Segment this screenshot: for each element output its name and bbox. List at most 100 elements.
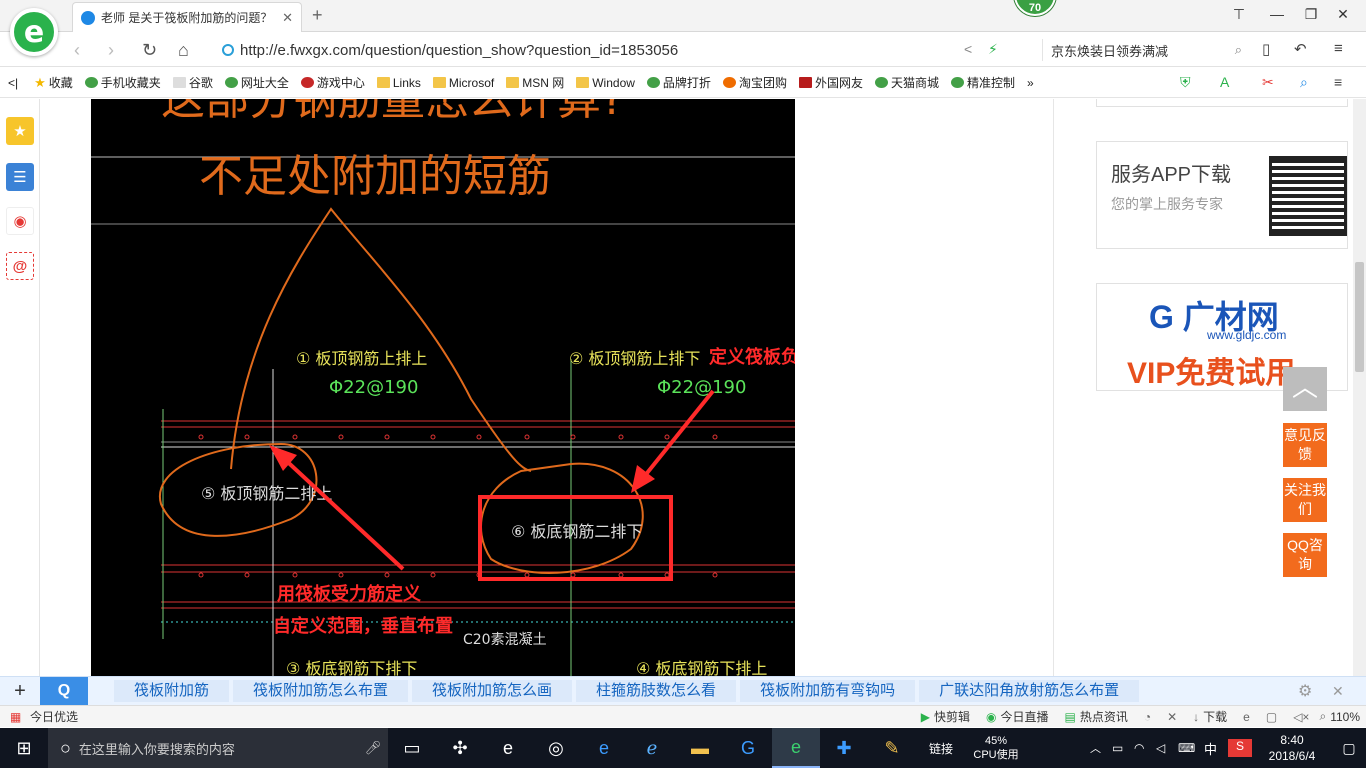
weibo-icon[interactable]: ◉ bbox=[6, 207, 34, 235]
swirl-app-icon[interactable]: ◎ bbox=[532, 728, 580, 768]
related-keyword[interactable]: 筏板附加筋怎么画 bbox=[412, 680, 573, 702]
plus-app-icon[interactable]: ✚ bbox=[820, 728, 868, 768]
status-item[interactable]: 热点资讯 bbox=[1080, 708, 1128, 725]
favorites-star-icon[interactable]: ★ bbox=[6, 117, 34, 145]
search-brand-icon[interactable]: Q bbox=[40, 676, 88, 706]
cpu-monitor[interactable]: 45% CPU使用 bbox=[966, 734, 1026, 762]
tray-chevron-icon[interactable]: ︿ bbox=[1090, 740, 1112, 756]
bookmark-item[interactable]: Microsof bbox=[432, 76, 494, 90]
url-field[interactable]: http://e.fwxgx.com/question/question_sho… bbox=[222, 39, 1032, 61]
ie-icon[interactable]: ℯ bbox=[628, 728, 676, 768]
share-icon[interactable]: < bbox=[964, 41, 972, 57]
wifi-icon[interactable]: ◠ bbox=[1134, 741, 1156, 755]
bookmark-item[interactable]: MSN 网 bbox=[506, 74, 564, 91]
edge-blue-icon[interactable]: e bbox=[580, 728, 628, 768]
tools-icon[interactable]: ✕ bbox=[1167, 710, 1177, 724]
link-toolbar-label[interactable]: 链接 bbox=[916, 740, 966, 757]
fan-app-icon[interactable]: ✣ bbox=[436, 728, 484, 768]
bookmark-item[interactable]: Window bbox=[576, 76, 635, 90]
zoom-level[interactable]: 110% bbox=[1330, 710, 1360, 724]
undo-icon[interactable]: ↶ bbox=[1294, 40, 1307, 58]
close-icon[interactable]: ✕ bbox=[1332, 683, 1366, 700]
email-icon[interactable]: @ bbox=[6, 252, 34, 280]
reader-icon[interactable]: ☰ bbox=[6, 163, 34, 191]
related-keyword[interactable]: 柱箍筋肢数怎么看 bbox=[576, 680, 737, 702]
bookmark-item[interactable]: Links bbox=[376, 76, 421, 90]
search-icon[interactable]: ⌕ bbox=[1235, 42, 1242, 58]
task-view-icon[interactable]: ▭ bbox=[388, 728, 436, 768]
bookmark-item[interactable]: 游戏中心 bbox=[300, 74, 365, 91]
status-left-label[interactable]: 今日优选 bbox=[30, 708, 78, 725]
status-item[interactable]: 快剪辑 bbox=[934, 708, 970, 725]
ie-mode-icon[interactable]: e bbox=[1243, 710, 1250, 724]
scissors-icon[interactable]: ✂ bbox=[1262, 74, 1274, 91]
related-keyword[interactable]: 筏板附加筋怎么布置 bbox=[233, 680, 409, 702]
window-icon[interactable]: ▢ bbox=[1266, 710, 1277, 724]
taskbar-search-input[interactable]: ○ 在这里输入你要搜索的内容 🎤︎ bbox=[48, 728, 388, 768]
follow-us-button[interactable]: 关注我们 bbox=[1283, 478, 1327, 522]
feedback-button[interactable]: 意见反馈 bbox=[1283, 423, 1327, 467]
ime-indicator[interactable]: 中 bbox=[1204, 739, 1228, 758]
microphone-icon[interactable]: 🎤︎ bbox=[358, 740, 388, 756]
notes-app-icon[interactable]: ✎ bbox=[868, 728, 916, 768]
related-keyword[interactable]: 筏板附加筋 bbox=[114, 680, 230, 702]
shield-icon[interactable]: ⛨ bbox=[1180, 74, 1191, 91]
close-tab-icon[interactable]: ✕ bbox=[282, 10, 293, 26]
volume-icon[interactable]: ◁ bbox=[1156, 741, 1178, 755]
search-input[interactable]: 京东焕装日领券满减 ⌕ bbox=[1042, 39, 1242, 61]
flash-icon[interactable]: ⚡ bbox=[988, 41, 998, 58]
forward-icon[interactable]: › bbox=[108, 40, 114, 61]
sogou-ime-icon[interactable]: S bbox=[1228, 739, 1252, 757]
settings-icon[interactable]: ⚙ bbox=[1298, 681, 1332, 701]
keyboard-icon[interactable]: ⌨ bbox=[1178, 741, 1204, 755]
phone-icon[interactable]: ▯ bbox=[1262, 40, 1270, 58]
new-tab-button[interactable]: + bbox=[312, 5, 323, 26]
more-icon[interactable]: ≡ bbox=[1334, 74, 1342, 90]
minimize-button[interactable]: — bbox=[1262, 6, 1292, 22]
file-explorer-icon[interactable]: ▬ bbox=[676, 728, 724, 768]
home-icon[interactable]: ⌂ bbox=[178, 40, 189, 61]
glodon-app-icon[interactable]: G bbox=[724, 728, 772, 768]
zoom-icon[interactable]: ⌕ bbox=[1300, 74, 1308, 91]
bookmark-item[interactable]: 谷歌 bbox=[172, 74, 213, 91]
browser-logo-icon[interactable]: e bbox=[10, 8, 58, 56]
bookmark-item[interactable]: 天猫商城 bbox=[874, 74, 939, 91]
scrollbar[interactable] bbox=[1353, 99, 1366, 676]
network-devices-icon[interactable]: ▭ bbox=[1112, 741, 1134, 755]
notifications-icon[interactable]: ▢ bbox=[1332, 740, 1366, 757]
bookmark-item[interactable]: 淘宝团购 bbox=[722, 74, 787, 91]
bookmark-item[interactable]: ★ 收藏 bbox=[34, 74, 73, 91]
scrollbar-thumb[interactable] bbox=[1355, 262, 1364, 372]
qq-consult-button[interactable]: QQ咨询 bbox=[1283, 533, 1327, 577]
speed-icon[interactable]: ◔ bbox=[1144, 710, 1151, 724]
bookmark-item[interactable]: 手机收藏夹 bbox=[84, 74, 161, 91]
bookmark-item[interactable]: 品牌打折 bbox=[646, 74, 711, 91]
mute-icon[interactable]: ◁× bbox=[1293, 710, 1309, 724]
translate-icon[interactable]: A bbox=[1220, 74, 1229, 90]
close-window-button[interactable]: ✕ bbox=[1328, 6, 1358, 23]
more-bookmarks-icon[interactable]: » bbox=[1027, 76, 1034, 90]
bookmark-item[interactable]: 网址大全 bbox=[224, 74, 289, 91]
bookmark-item[interactable]: 外国网友 bbox=[798, 74, 863, 91]
taskbar: ⊞ ○ 在这里输入你要搜索的内容 🎤︎ ▭ ✣ e ◎ e ℯ ▬ G e ✚ … bbox=[0, 728, 1366, 768]
restore-button[interactable]: ❐ bbox=[1296, 6, 1326, 23]
clock[interactable]: 8:40 2018/6/4 bbox=[1252, 732, 1332, 764]
site-info-icon[interactable] bbox=[222, 44, 234, 56]
related-keyword[interactable]: 筏板附加筋有弯钩吗 bbox=[740, 680, 916, 702]
app-download-card[interactable]: 服务APP下载 您的掌上服务专家 bbox=[1096, 141, 1348, 249]
windows-start-icon[interactable]: ⊞ bbox=[0, 728, 48, 768]
related-keyword[interactable]: 广联达阳角放射筋怎么布置 bbox=[919, 680, 1140, 702]
menu-icon[interactable]: ≡ bbox=[1334, 40, 1343, 57]
browser-taskbar-icon[interactable]: e bbox=[772, 728, 820, 768]
bookmark-collapse-icon[interactable]: <| bbox=[8, 76, 18, 90]
bookmark-item[interactable]: 精准控制 bbox=[950, 74, 1015, 91]
browser-tab[interactable]: 老师 是关于筏板附加筋的问题？ ✕ bbox=[72, 2, 302, 32]
status-item[interactable]: 下载 bbox=[1203, 708, 1227, 725]
shirt-icon[interactable]: ⊤ bbox=[1224, 6, 1254, 23]
add-icon[interactable]: + bbox=[0, 680, 40, 703]
status-item[interactable]: 今日直播 bbox=[1000, 708, 1048, 725]
back-to-top-button[interactable]: ︿ bbox=[1283, 367, 1327, 411]
back-icon[interactable]: ‹ bbox=[74, 40, 80, 61]
edge-icon[interactable]: e bbox=[484, 728, 532, 768]
refresh-icon[interactable]: ↻ bbox=[142, 40, 157, 61]
